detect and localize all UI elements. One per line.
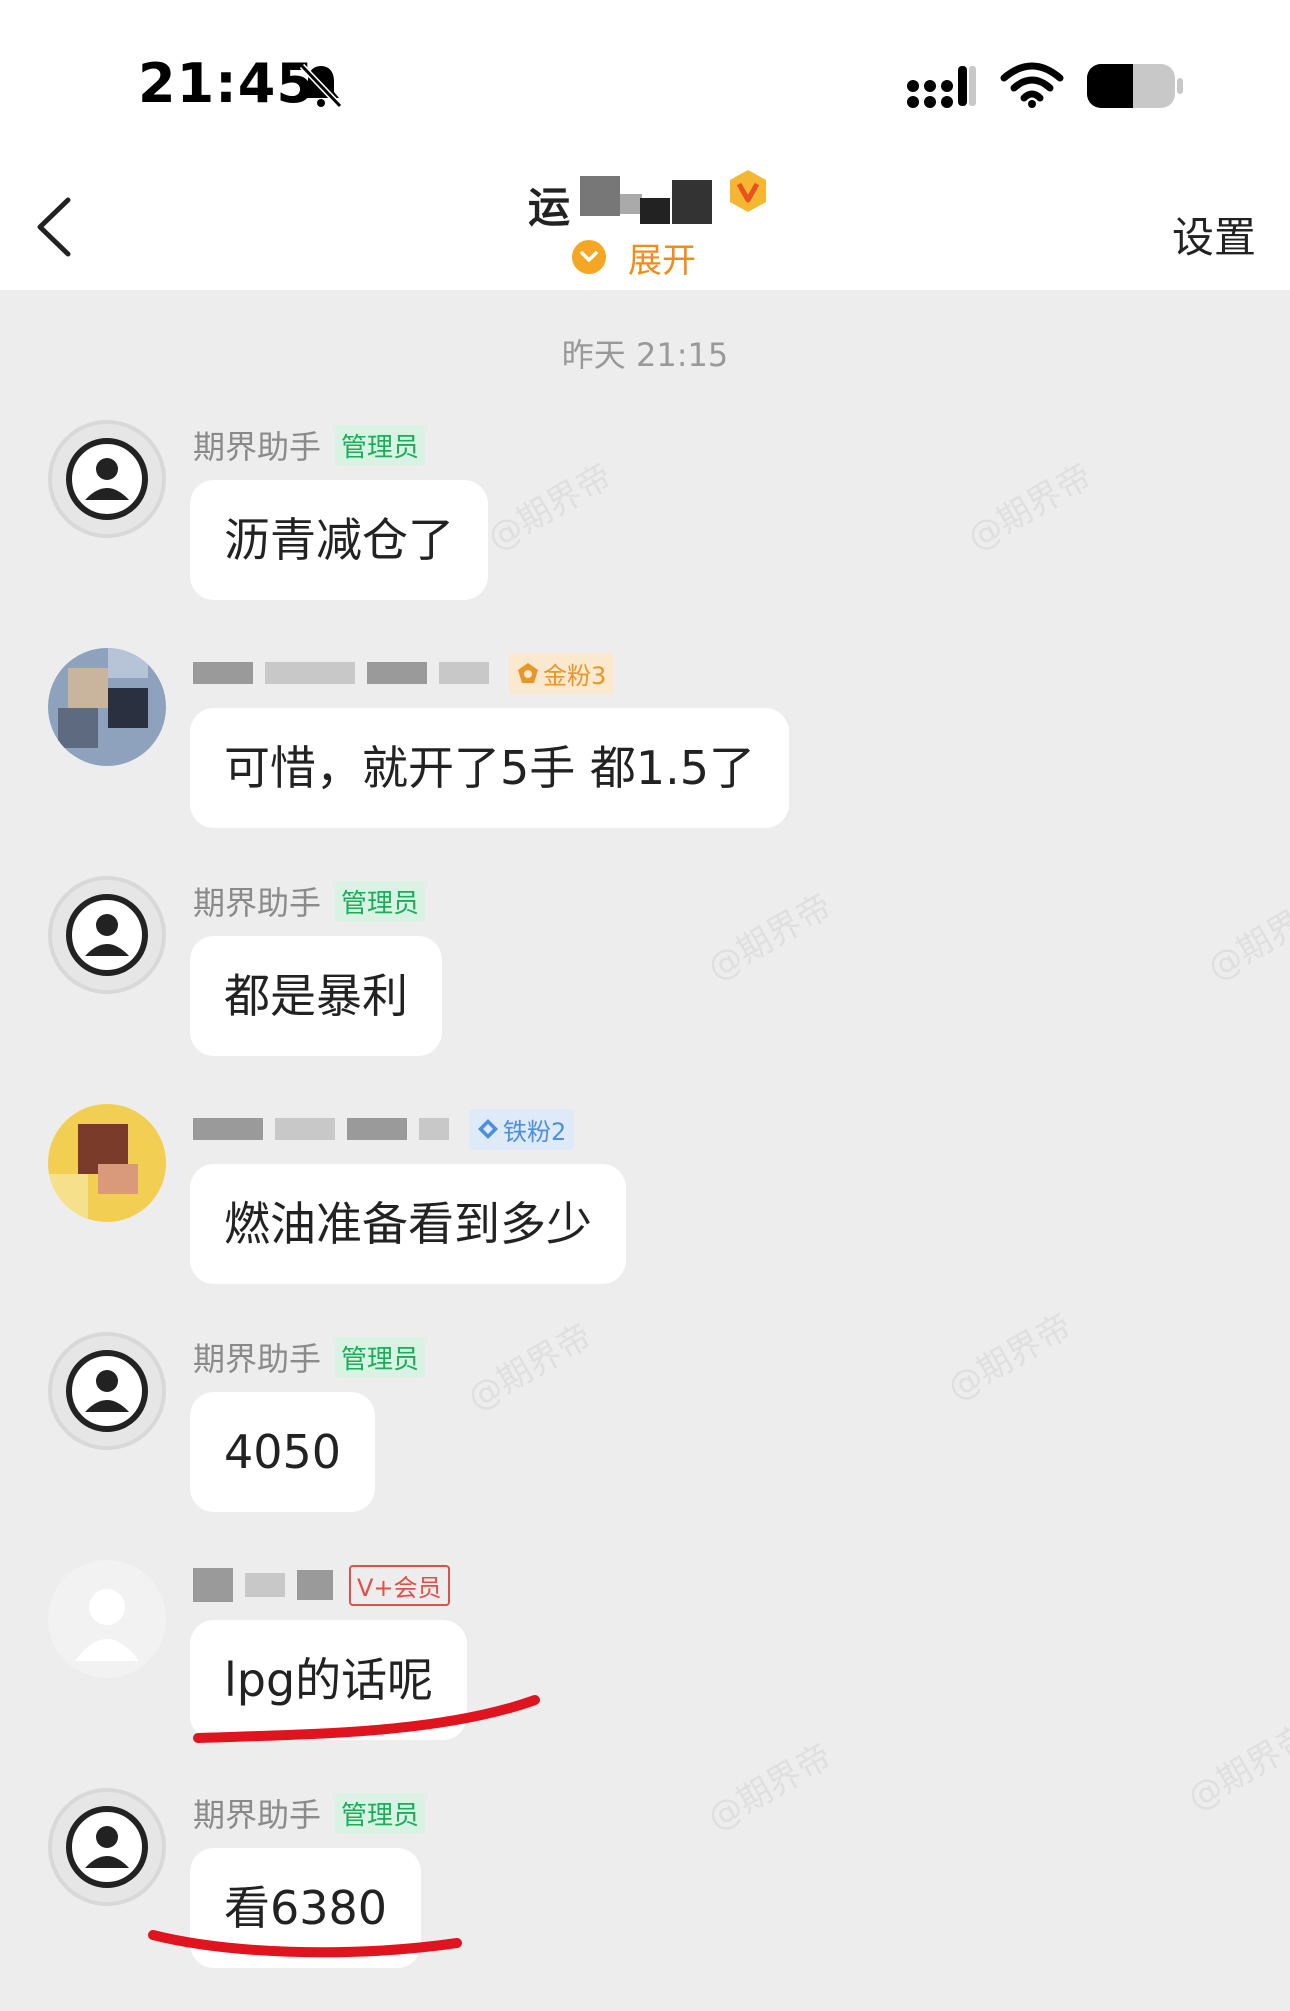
user-silhouette-icon <box>75 1589 139 1661</box>
watermark: @期界帝 <box>1200 886 1290 989</box>
expand-button[interactable]: 展开 <box>572 235 696 281</box>
diamond-icon <box>478 1119 498 1139</box>
group-title: 运 <box>520 168 820 232</box>
watermark: @期界帝 <box>460 1316 599 1419</box>
message-bubble[interactable]: 4050 <box>190 1392 376 1512</box>
title-mosaic <box>640 198 670 224</box>
sender-info: 金粉3 <box>193 648 615 698</box>
wifi-icon <box>1000 62 1064 108</box>
battery-icon <box>1087 64 1183 108</box>
message-bubble[interactable]: 都是暴利 <box>190 936 442 1056</box>
status-time: 21:45 <box>138 52 315 115</box>
sender-info: 期界助手 管理员 <box>193 1332 426 1382</box>
avatar[interactable] <box>48 1332 166 1450</box>
fan-level-text: 金粉3 <box>543 661 607 690</box>
blurred-name <box>367 662 427 684</box>
watermark: @期界帝 <box>960 456 1099 559</box>
red-underline-annotation <box>148 1930 462 1958</box>
blurred-name <box>193 1118 263 1140</box>
sender-info: V+会员 <box>193 1560 450 1610</box>
watermark: @期界帝 <box>700 886 839 989</box>
chat-timestamp: 昨天 21:15 <box>561 336 729 374</box>
sender-info: 期界助手 管理员 <box>193 876 426 926</box>
avatar[interactable] <box>48 420 166 538</box>
bell-muted-icon <box>299 63 343 108</box>
expand-label: 展开 <box>628 240 696 281</box>
avatar[interactable] <box>48 1104 166 1222</box>
verified-v-icon <box>730 170 766 212</box>
message-bubble[interactable]: 沥青减仓了 <box>190 480 488 600</box>
blurred-name <box>297 1570 333 1600</box>
title-mosaic <box>580 176 620 216</box>
watermark: @期界帝 <box>940 1306 1079 1409</box>
watermark: @期界帝 <box>700 1736 839 1839</box>
avatar[interactable] <box>48 876 166 994</box>
blurred-name <box>419 1118 449 1140</box>
blurred-name <box>193 662 253 684</box>
settings-button[interactable]: 设置 <box>1172 204 1256 265</box>
user-default-icon <box>66 438 148 520</box>
chevron-down-circle-icon <box>572 240 606 274</box>
sender-info: 期界助手 管理员 <box>193 420 426 470</box>
watermark: @期界帝 <box>1180 1716 1290 1819</box>
avatar[interactable] <box>48 648 166 766</box>
fan-level-text: 铁粉2 <box>503 1117 567 1146</box>
blurred-name <box>347 1118 407 1140</box>
avatar[interactable] <box>48 1788 166 1906</box>
red-underline-annotation <box>193 1695 540 1743</box>
sender-name[interactable]: 期界助手 <box>193 878 321 924</box>
fan-level-badge: 金粉3 <box>509 652 615 694</box>
user-default-icon <box>66 1806 148 1888</box>
fan-level-badge: 铁粉2 <box>469 1108 575 1150</box>
crown-icon <box>518 663 538 683</box>
cellular-signal-icon <box>907 66 976 108</box>
blurred-name <box>439 662 489 684</box>
back-chevron-icon[interactable] <box>30 192 80 262</box>
message-bubble[interactable]: 燃油准备看到多少 <box>190 1164 626 1284</box>
status-bar: 21:45 <box>0 0 1290 150</box>
sender-info: 铁粉2 <box>193 1104 575 1154</box>
nav-bar: 运 展开 设置 <box>0 150 1290 290</box>
blurred-name <box>265 662 355 684</box>
message-bubble[interactable]: 可惜，就开了5手 都1.5了 <box>190 708 790 828</box>
admin-badge: 管理员 <box>335 1336 426 1378</box>
blurred-name <box>275 1118 335 1140</box>
title-mosaic <box>620 194 642 214</box>
blurred-name <box>193 1568 233 1602</box>
admin-badge: 管理员 <box>335 1792 426 1834</box>
vip-member-badge: V+会员 <box>349 1564 450 1606</box>
sender-name[interactable]: 期界助手 <box>193 1334 321 1380</box>
sender-name[interactable]: 期界助手 <box>193 422 321 468</box>
admin-badge: 管理员 <box>335 880 426 922</box>
sender-info: 期界助手 管理员 <box>193 1788 426 1838</box>
blurred-name <box>245 1573 285 1597</box>
title-mosaic <box>672 180 712 224</box>
sender-name[interactable]: 期界助手 <box>193 1790 321 1836</box>
user-default-icon <box>66 1350 148 1432</box>
watermark: @期界帝 <box>480 456 619 559</box>
avatar[interactable] <box>48 1560 166 1678</box>
admin-badge: 管理员 <box>335 424 426 466</box>
group-title-text: 运 <box>528 183 571 232</box>
user-default-icon <box>66 894 148 976</box>
